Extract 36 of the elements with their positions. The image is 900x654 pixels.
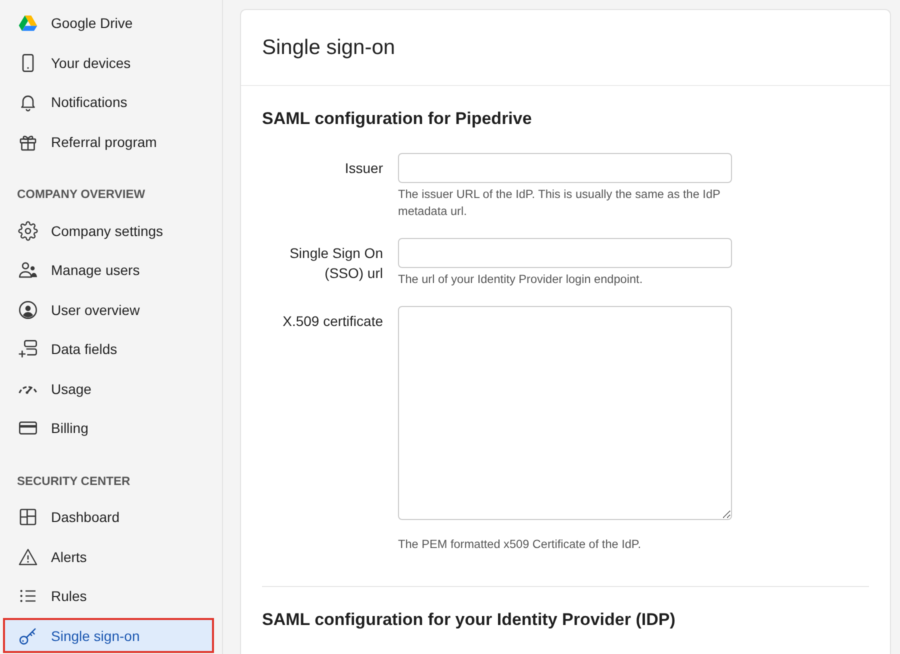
input-field[interactable] <box>398 238 732 268</box>
section-heading: COMPANY OVERVIEW <box>17 186 146 203</box>
field-label: Single Sign On (SSO) url <box>288 244 383 283</box>
sidebar-item[interactable]: Your devices <box>3 45 214 80</box>
key-icon <box>18 626 38 646</box>
section-heading: SECURITY CENTER <box>17 472 130 490</box>
sidebar-item[interactable]: Rules <box>3 578 214 614</box>
gear-icon <box>18 220 38 240</box>
input-field[interactable] <box>398 153 732 183</box>
field-label: X.509 certificate <box>282 312 383 331</box>
textarea-field[interactable] <box>398 306 732 520</box>
sidebar-item[interactable]: Company settings <box>3 213 214 248</box>
sidebar-item[interactable]: User overview <box>3 292 214 327</box>
drive-logo-icon <box>18 13 38 33</box>
layout-grid-icon <box>18 507 38 527</box>
users-icon <box>18 260 38 280</box>
stacked-fields-icon <box>18 339 38 359</box>
sidebar-item[interactable]: Usage <box>3 371 214 406</box>
sidebar-item[interactable]: Billing <box>3 410 214 446</box>
sidebar-item[interactable]: Referral program <box>3 124 214 159</box>
sidebar-item[interactable]: Manage users <box>3 252 214 288</box>
sidebar-item[interactable]: Notifications <box>3 84 214 120</box>
warning-icon <box>18 546 38 566</box>
field-hint: The PEM formatted x509 Certificate of the IdP. <box>398 536 642 552</box>
card-title: Single sign-on <box>262 34 396 60</box>
section-heading: SAML configuration for Pipedrive <box>262 108 532 130</box>
section-heading: SAML configuration for your Identity Provider (IDP) <box>262 608 676 630</box>
sidebar-item[interactable]: Single sign-on <box>3 618 214 653</box>
field-hint: The url of your Identity Provider login endpoint. <box>398 271 643 288</box>
sidebar-item[interactable]: Data fields <box>3 332 214 366</box>
user-circle-icon <box>18 300 38 320</box>
field-hint: The issuer URL of the IdP. This is usually the same as the IdP metadata url. <box>398 186 722 220</box>
sidebar-item[interactable]: Dashboard <box>3 500 214 534</box>
field-label: Issuer <box>344 159 383 178</box>
sidebar-item[interactable]: Alerts <box>3 539 214 574</box>
sidebar-item[interactable]: Google Drive <box>3 6 214 40</box>
